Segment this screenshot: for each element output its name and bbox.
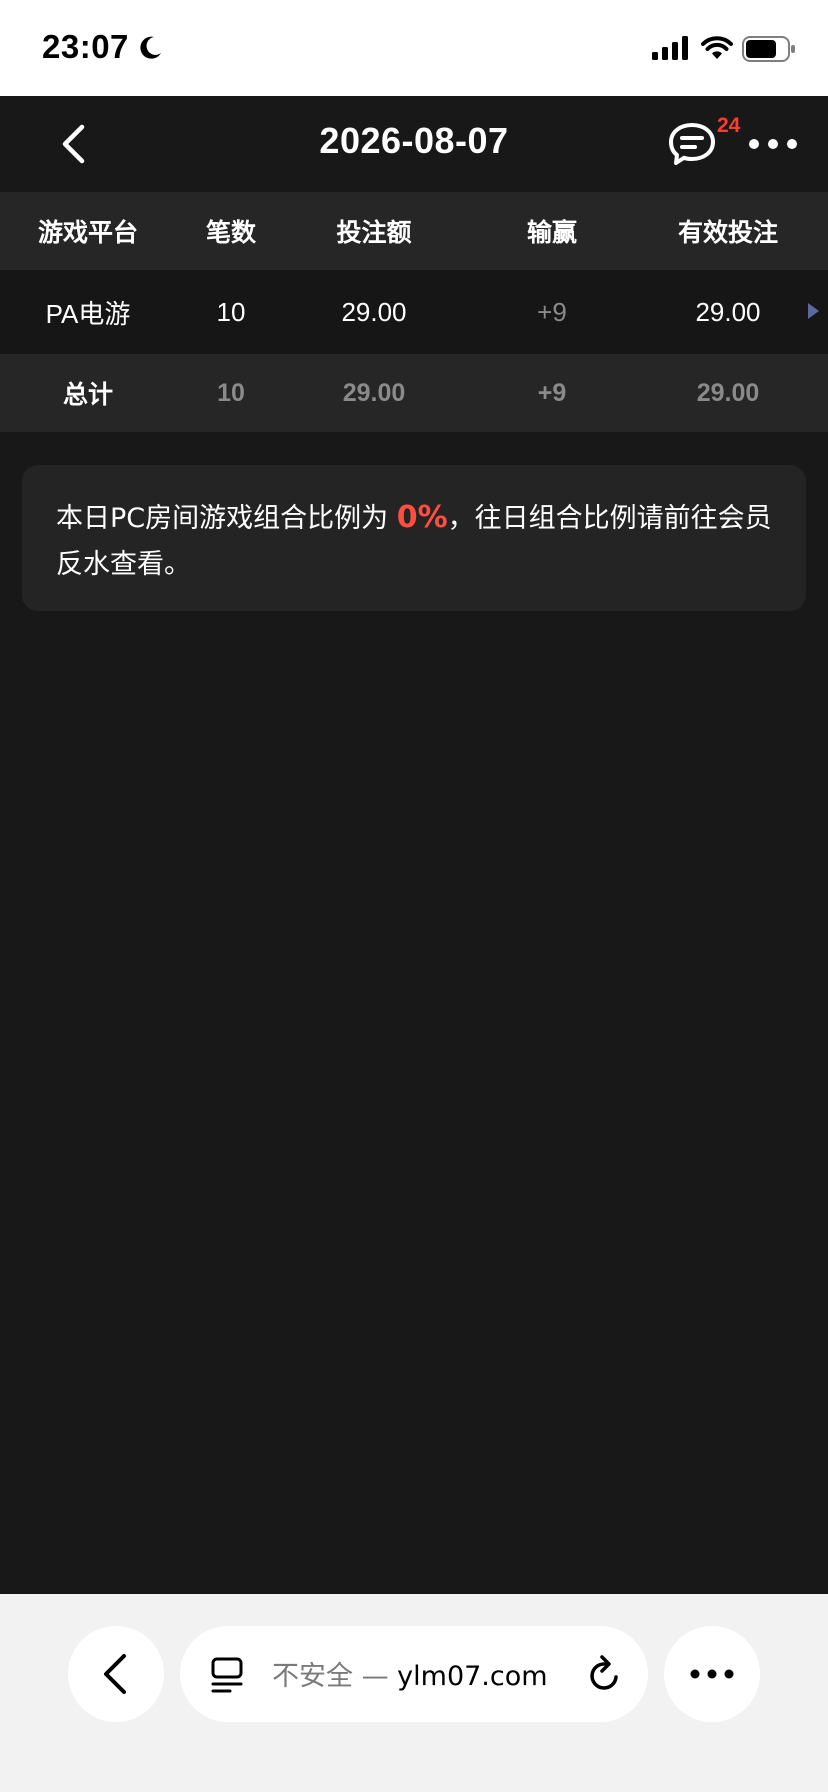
table-header: 游戏平台 笔数 投注额 输赢 有效投注	[0, 192, 828, 270]
signal-icon	[652, 36, 688, 60]
status-bar: 23:07	[0, 0, 828, 96]
win-loss-cell: +9	[537, 296, 567, 327]
browser-toolbar: 不安全 — ylm07.com	[0, 1594, 828, 1792]
message-count-badge: 24	[717, 114, 741, 137]
browser-more-button[interactable]	[664, 1626, 760, 1722]
combo-ratio-percent: 0%	[396, 500, 448, 535]
insecure-label: 不安全	[272, 1661, 353, 1692]
valid-bet-cell: 29.00	[695, 296, 761, 327]
column-header-win-loss: 输赢	[526, 219, 577, 247]
address-bar[interactable]: 不安全 — ylm07.com	[180, 1626, 648, 1722]
url-separator: —	[353, 1661, 398, 1692]
url-domain: ylm07.com	[397, 1661, 548, 1692]
notice-card: 本日PC房间游戏组合比例为 0%，往日组合比例请前往会员反水查看。	[22, 465, 806, 611]
bet-summary-table: 游戏平台 笔数 投注额 输赢 有效投注 PA电游 10 29.00 +9 29.…	[0, 192, 828, 432]
notice-text-prefix: 本日PC房间游戏组合比例为	[56, 503, 397, 534]
moon-icon	[140, 36, 161, 59]
bet-cell: 29.00	[341, 296, 407, 327]
total-label: 总计	[62, 381, 113, 409]
total-valid-bet: 29.00	[696, 378, 760, 407]
more-icon	[690, 1669, 734, 1679]
battery-icon	[742, 36, 795, 62]
total-win-loss: +9	[537, 378, 567, 407]
page-menu-icon[interactable]	[210, 1656, 244, 1694]
wifi-icon	[701, 36, 733, 59]
caret-right-icon[interactable]	[806, 301, 820, 321]
more-icon[interactable]	[748, 132, 798, 156]
platform-cell: PA电游	[45, 298, 131, 329]
reload-icon[interactable]	[586, 1654, 624, 1694]
total-count: 10	[217, 378, 245, 407]
table-row[interactable]: PA电游 10 29.00 +9 29.00	[0, 270, 828, 354]
message-icon[interactable]	[668, 122, 716, 166]
status-time: 23:07	[42, 28, 129, 65]
nav-bar: 2026-08-07 24	[0, 96, 828, 192]
column-header-count: 笔数	[205, 219, 256, 247]
browser-back-button[interactable]	[68, 1626, 164, 1722]
column-header-valid-bet: 有效投注	[677, 219, 778, 247]
chevron-left-icon	[104, 1654, 126, 1694]
column-header-bet: 投注额	[336, 219, 412, 247]
total-bet: 29.00	[342, 378, 406, 407]
column-header-platform: 游戏平台	[37, 219, 138, 247]
count-cell: 10	[216, 296, 246, 327]
url-display: 不安全 — ylm07.com	[272, 1654, 548, 1693]
table-total-row: 总计 10 29.00 +9 29.00	[0, 354, 828, 432]
